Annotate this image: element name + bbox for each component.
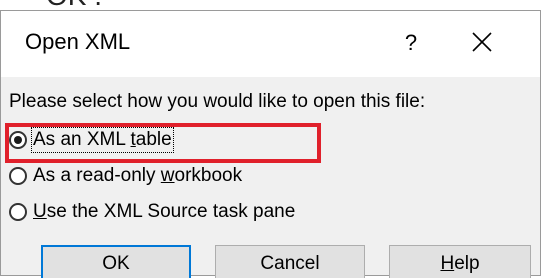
dialog-titlebar: Open XML ? xyxy=(1,11,540,77)
close-icon xyxy=(472,32,492,52)
help-question-button[interactable]: ? xyxy=(391,23,431,63)
option-read-only-workbook-label: As a read-only workbook xyxy=(33,165,243,186)
option-xml-source-pane-label: Use the XML Source task pane xyxy=(33,201,296,222)
screenshot-canvas: OK . Open XML ? Please select how you wo… xyxy=(0,0,543,278)
dialog-prompt: Please select how you would like to open… xyxy=(9,91,426,112)
option-xml-source-pane[interactable]: Use the XML Source task pane xyxy=(9,197,295,227)
radio-xml-source-pane[interactable] xyxy=(9,203,27,221)
help-button[interactable]: Help xyxy=(389,245,531,278)
open-xml-dialog: Open XML ? Please select how you would l… xyxy=(0,10,541,278)
close-button[interactable] xyxy=(459,19,505,65)
dialog-title: Open XML xyxy=(25,29,131,54)
radio-read-only-workbook[interactable] xyxy=(9,167,27,185)
cancel-button[interactable]: Cancel xyxy=(215,245,365,278)
ok-button[interactable]: OK xyxy=(41,245,191,278)
option-xml-table-label: As an XML table xyxy=(31,127,174,153)
option-read-only-workbook[interactable]: As a read-only workbook xyxy=(9,161,242,191)
radio-xml-table[interactable] xyxy=(9,131,27,149)
option-xml-table[interactable]: As an XML table xyxy=(9,125,174,155)
